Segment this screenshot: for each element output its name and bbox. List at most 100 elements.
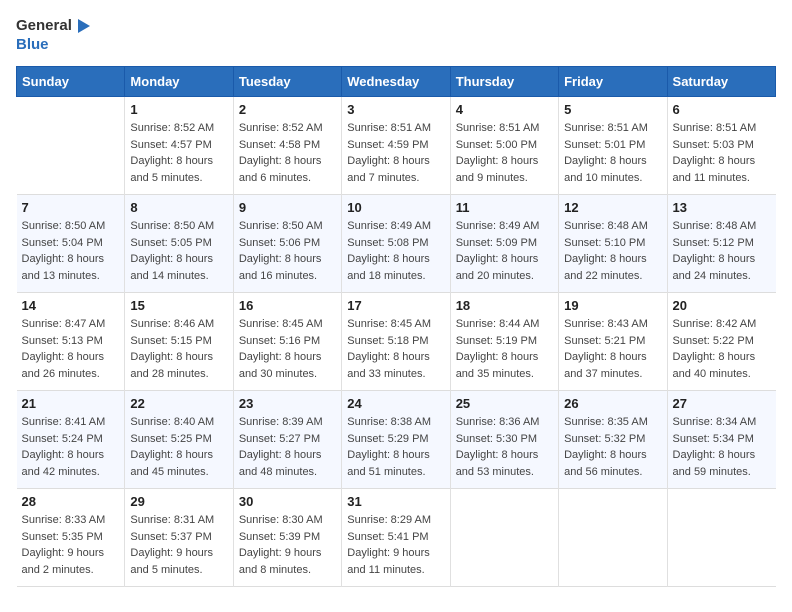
day-number: 17 bbox=[347, 298, 444, 313]
sunrise-time: Sunrise: 8:51 AM bbox=[456, 122, 540, 134]
sunset-time: Sunset: 5:18 PM bbox=[347, 335, 428, 347]
daylight-hours: Daylight: 9 hours and 8 minutes. bbox=[239, 547, 322, 576]
sun-info: Sunrise: 8:39 AM Sunset: 5:27 PM Dayligh… bbox=[239, 414, 336, 480]
sunrise-time: Sunrise: 8:44 AM bbox=[456, 318, 540, 330]
day-number: 18 bbox=[456, 298, 553, 313]
sun-info: Sunrise: 8:51 AM Sunset: 5:03 PM Dayligh… bbox=[673, 120, 771, 186]
sunrise-time: Sunrise: 8:51 AM bbox=[564, 122, 648, 134]
day-number: 15 bbox=[130, 298, 227, 313]
day-number: 12 bbox=[564, 200, 661, 215]
daylight-hours: Daylight: 8 hours and 18 minutes. bbox=[347, 253, 430, 282]
day-cell-31: 31 Sunrise: 8:29 AM Sunset: 5:41 PM Dayl… bbox=[342, 489, 450, 587]
daylight-hours: Daylight: 8 hours and 28 minutes. bbox=[130, 351, 213, 380]
calendar-table: SundayMondayTuesdayWednesdayThursdayFrid… bbox=[16, 66, 776, 587]
col-header-friday: Friday bbox=[559, 67, 667, 97]
day-cell-6: 6 Sunrise: 8:51 AM Sunset: 5:03 PM Dayli… bbox=[667, 97, 775, 195]
day-cell-7: 7 Sunrise: 8:50 AM Sunset: 5:04 PM Dayli… bbox=[17, 195, 125, 293]
sunrise-time: Sunrise: 8:31 AM bbox=[130, 514, 214, 526]
sunset-time: Sunset: 5:00 PM bbox=[456, 139, 537, 151]
sunrise-time: Sunrise: 8:52 AM bbox=[239, 122, 323, 134]
sunrise-time: Sunrise: 8:49 AM bbox=[456, 220, 540, 232]
sunset-time: Sunset: 4:59 PM bbox=[347, 139, 428, 151]
day-number: 21 bbox=[22, 396, 120, 411]
sunset-time: Sunset: 5:39 PM bbox=[239, 531, 320, 543]
sunset-time: Sunset: 5:16 PM bbox=[239, 335, 320, 347]
sunrise-time: Sunrise: 8:42 AM bbox=[673, 318, 757, 330]
day-cell-30: 30 Sunrise: 8:30 AM Sunset: 5:39 PM Dayl… bbox=[233, 489, 341, 587]
logo-blue: Blue bbox=[16, 36, 49, 53]
sunset-time: Sunset: 5:24 PM bbox=[22, 433, 103, 445]
empty-cell bbox=[667, 489, 775, 587]
sun-info: Sunrise: 8:45 AM Sunset: 5:16 PM Dayligh… bbox=[239, 316, 336, 382]
sun-info: Sunrise: 8:29 AM Sunset: 5:41 PM Dayligh… bbox=[347, 512, 444, 578]
sunrise-time: Sunrise: 8:34 AM bbox=[673, 416, 757, 428]
sun-info: Sunrise: 8:41 AM Sunset: 5:24 PM Dayligh… bbox=[22, 414, 120, 480]
sunset-time: Sunset: 5:34 PM bbox=[673, 433, 754, 445]
sunset-time: Sunset: 5:04 PM bbox=[22, 237, 103, 249]
day-cell-12: 12 Sunrise: 8:48 AM Sunset: 5:10 PM Dayl… bbox=[559, 195, 667, 293]
logo: General Blue bbox=[16, 16, 92, 54]
daylight-hours: Daylight: 8 hours and 56 minutes. bbox=[564, 449, 647, 478]
daylight-hours: Daylight: 8 hours and 24 minutes. bbox=[673, 253, 756, 282]
col-header-wednesday: Wednesday bbox=[342, 67, 450, 97]
day-cell-8: 8 Sunrise: 8:50 AM Sunset: 5:05 PM Dayli… bbox=[125, 195, 233, 293]
empty-cell bbox=[17, 97, 125, 195]
page-header: General Blue bbox=[16, 16, 776, 54]
day-cell-19: 19 Sunrise: 8:43 AM Sunset: 5:21 PM Dayl… bbox=[559, 293, 667, 391]
sunset-time: Sunset: 5:41 PM bbox=[347, 531, 428, 543]
sunset-time: Sunset: 5:37 PM bbox=[130, 531, 211, 543]
sun-info: Sunrise: 8:49 AM Sunset: 5:08 PM Dayligh… bbox=[347, 218, 444, 284]
sun-info: Sunrise: 8:46 AM Sunset: 5:15 PM Dayligh… bbox=[130, 316, 227, 382]
col-header-monday: Monday bbox=[125, 67, 233, 97]
day-cell-5: 5 Sunrise: 8:51 AM Sunset: 5:01 PM Dayli… bbox=[559, 97, 667, 195]
day-number: 2 bbox=[239, 102, 336, 117]
day-cell-11: 11 Sunrise: 8:49 AM Sunset: 5:09 PM Dayl… bbox=[450, 195, 558, 293]
sunrise-time: Sunrise: 8:40 AM bbox=[130, 416, 214, 428]
sunset-time: Sunset: 5:22 PM bbox=[673, 335, 754, 347]
sunset-time: Sunset: 5:32 PM bbox=[564, 433, 645, 445]
daylight-hours: Daylight: 8 hours and 59 minutes. bbox=[673, 449, 756, 478]
sunrise-time: Sunrise: 8:47 AM bbox=[22, 318, 106, 330]
day-number: 4 bbox=[456, 102, 553, 117]
day-number: 16 bbox=[239, 298, 336, 313]
sunrise-time: Sunrise: 8:29 AM bbox=[347, 514, 431, 526]
sunset-time: Sunset: 5:13 PM bbox=[22, 335, 103, 347]
day-cell-28: 28 Sunrise: 8:33 AM Sunset: 5:35 PM Dayl… bbox=[17, 489, 125, 587]
logo-text: General Blue bbox=[16, 16, 92, 54]
sun-info: Sunrise: 8:47 AM Sunset: 5:13 PM Dayligh… bbox=[22, 316, 120, 382]
sunrise-time: Sunrise: 8:52 AM bbox=[130, 122, 214, 134]
sunset-time: Sunset: 5:01 PM bbox=[564, 139, 645, 151]
week-row-1: 1 Sunrise: 8:52 AM Sunset: 4:57 PM Dayli… bbox=[17, 97, 776, 195]
day-cell-22: 22 Sunrise: 8:40 AM Sunset: 5:25 PM Dayl… bbox=[125, 391, 233, 489]
sunset-time: Sunset: 5:27 PM bbox=[239, 433, 320, 445]
day-cell-3: 3 Sunrise: 8:51 AM Sunset: 4:59 PM Dayli… bbox=[342, 97, 450, 195]
sun-info: Sunrise: 8:35 AM Sunset: 5:32 PM Dayligh… bbox=[564, 414, 661, 480]
day-cell-21: 21 Sunrise: 8:41 AM Sunset: 5:24 PM Dayl… bbox=[17, 391, 125, 489]
day-number: 31 bbox=[347, 494, 444, 509]
daylight-hours: Daylight: 8 hours and 11 minutes. bbox=[673, 155, 756, 184]
sunrise-time: Sunrise: 8:48 AM bbox=[564, 220, 648, 232]
sunrise-time: Sunrise: 8:45 AM bbox=[239, 318, 323, 330]
day-number: 29 bbox=[130, 494, 227, 509]
sun-info: Sunrise: 8:52 AM Sunset: 4:58 PM Dayligh… bbox=[239, 120, 336, 186]
day-cell-20: 20 Sunrise: 8:42 AM Sunset: 5:22 PM Dayl… bbox=[667, 293, 775, 391]
sun-info: Sunrise: 8:51 AM Sunset: 4:59 PM Dayligh… bbox=[347, 120, 444, 186]
sunset-time: Sunset: 5:30 PM bbox=[456, 433, 537, 445]
daylight-hours: Daylight: 8 hours and 10 minutes. bbox=[564, 155, 647, 184]
col-header-sunday: Sunday bbox=[17, 67, 125, 97]
sun-info: Sunrise: 8:48 AM Sunset: 5:10 PM Dayligh… bbox=[564, 218, 661, 284]
daylight-hours: Daylight: 8 hours and 42 minutes. bbox=[22, 449, 105, 478]
sun-info: Sunrise: 8:50 AM Sunset: 5:05 PM Dayligh… bbox=[130, 218, 227, 284]
day-number: 14 bbox=[22, 298, 120, 313]
sun-info: Sunrise: 8:36 AM Sunset: 5:30 PM Dayligh… bbox=[456, 414, 553, 480]
day-cell-29: 29 Sunrise: 8:31 AM Sunset: 5:37 PM Dayl… bbox=[125, 489, 233, 587]
sun-info: Sunrise: 8:50 AM Sunset: 5:04 PM Dayligh… bbox=[22, 218, 120, 284]
daylight-hours: Daylight: 8 hours and 20 minutes. bbox=[456, 253, 539, 282]
sunset-time: Sunset: 5:06 PM bbox=[239, 237, 320, 249]
sunrise-time: Sunrise: 8:30 AM bbox=[239, 514, 323, 526]
day-number: 26 bbox=[564, 396, 661, 411]
daylight-hours: Daylight: 8 hours and 40 minutes. bbox=[673, 351, 756, 380]
day-number: 1 bbox=[130, 102, 227, 117]
sunset-time: Sunset: 5:03 PM bbox=[673, 139, 754, 151]
sunrise-time: Sunrise: 8:48 AM bbox=[673, 220, 757, 232]
